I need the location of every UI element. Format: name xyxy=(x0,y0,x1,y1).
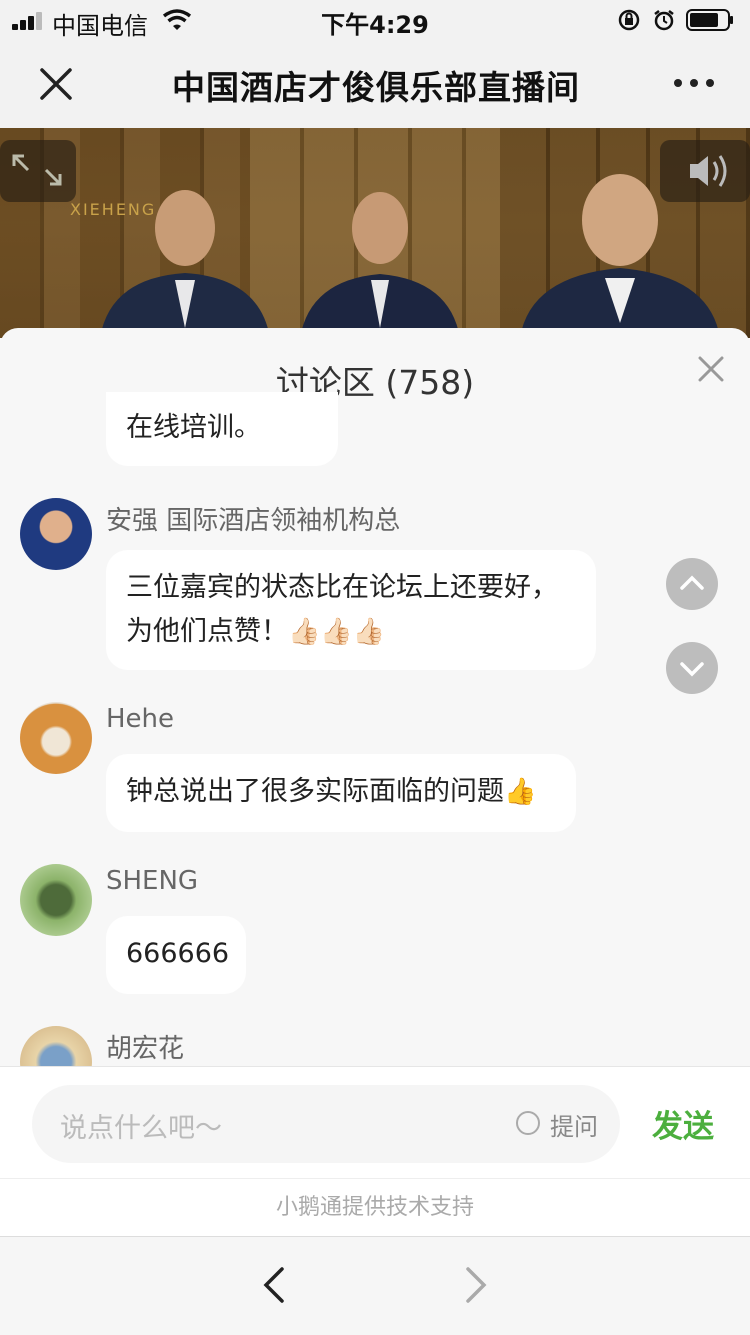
discussion-panel: 讨论区 (758) 在线培训。 安强 国际酒店领袖机构总 三位嘉宾的状态比在论坛… xyxy=(0,328,750,1068)
video-people-image xyxy=(100,174,720,338)
speaker-icon xyxy=(690,155,727,187)
message-text: 666666 xyxy=(126,938,230,969)
scroll-down-button[interactable] xyxy=(666,642,718,694)
more-icon[interactable] xyxy=(668,68,720,98)
chevron-down-icon xyxy=(680,662,704,677)
avatar[interactable] xyxy=(20,864,92,936)
avatar[interactable] xyxy=(20,1026,92,1068)
avatar[interactable] xyxy=(20,498,92,570)
browser-toolbar xyxy=(0,1236,750,1335)
message-text: 钟总说出了很多实际面临的问题 xyxy=(126,776,504,807)
battery-icon xyxy=(686,9,733,31)
ask-question-label[interactable]: 提问 xyxy=(550,1107,598,1142)
live-video-player[interactable]: XIEHENG xyxy=(0,128,750,338)
thumbs-up-emoji: 👍 xyxy=(504,777,537,807)
message-sender: 胡宏花 xyxy=(106,1034,185,1064)
back-arrow-icon[interactable] xyxy=(254,1261,294,1309)
message-bubble: 666666 xyxy=(106,916,246,994)
message-sender: SHENG xyxy=(106,866,199,896)
forward-arrow-icon[interactable] xyxy=(456,1261,496,1309)
send-button[interactable]: 发送 xyxy=(652,1101,714,1146)
avatar[interactable] xyxy=(20,702,92,774)
close-icon[interactable] xyxy=(30,58,82,110)
scroll-up-button[interactable] xyxy=(666,558,718,610)
powered-by-text: 小鹅通提供技术支持 xyxy=(0,1178,750,1237)
message-sender: Hehe xyxy=(106,704,175,734)
message-bubble: 三位嘉宾的状态比在论坛上还要好，为他们点赞！👍🏻👍🏻👍🏻 xyxy=(106,550,596,670)
nav-bar: 中国酒店才俊俱乐部直播间 xyxy=(0,40,750,128)
comment-input-bar: 说点什么吧～ 提问 发送 xyxy=(0,1066,750,1179)
expand-icon xyxy=(12,154,62,186)
status-bar: 中国电信 下午4:29 xyxy=(0,0,750,40)
volume-button[interactable] xyxy=(660,140,750,202)
comment-input[interactable]: 说点什么吧～ 提问 xyxy=(32,1085,620,1163)
alarm-icon xyxy=(654,10,674,31)
comment-placeholder: 说点什么吧～ xyxy=(60,1113,222,1144)
fullscreen-button[interactable] xyxy=(0,140,76,202)
chevron-up-icon xyxy=(680,575,704,590)
message-sender: 安强 国际酒店领袖机构总 xyxy=(106,506,401,536)
rotation-lock-icon xyxy=(618,9,640,31)
message-bubble: 在线培训。 xyxy=(106,392,338,466)
ask-question-radio[interactable] xyxy=(516,1111,540,1135)
close-discussion-icon[interactable] xyxy=(692,350,730,388)
page-title: 中国酒店才俊俱乐部直播间 xyxy=(172,68,580,107)
thumbs-up-emoji: 👍🏻👍🏻👍🏻 xyxy=(288,617,386,647)
message-bubble: 钟总说出了很多实际面临的问题👍 xyxy=(106,754,576,832)
